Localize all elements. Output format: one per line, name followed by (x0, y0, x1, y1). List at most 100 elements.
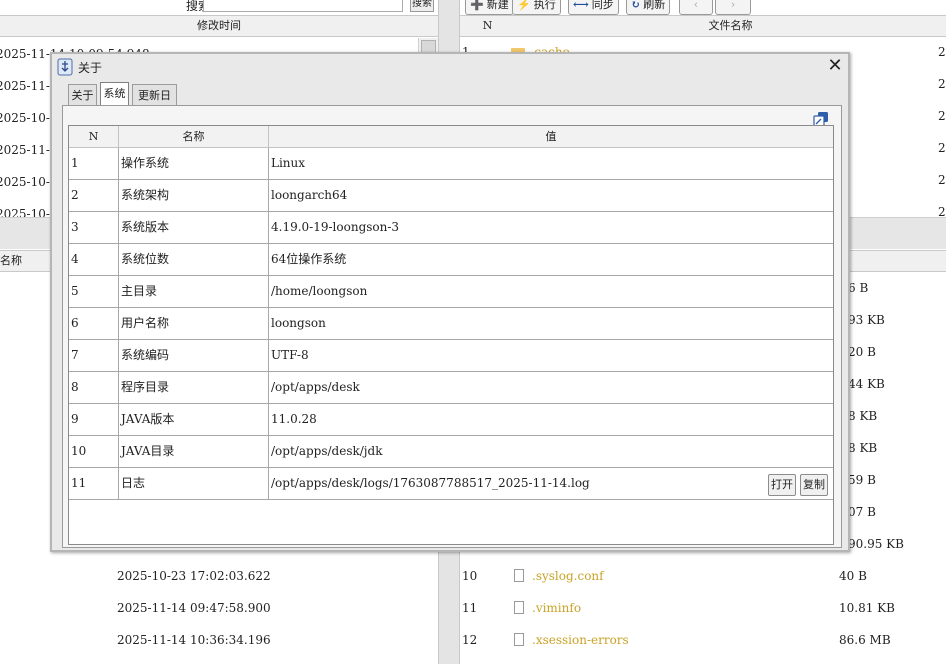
list-item[interactable]: 2025-11-14 09:47:58.900 (117, 592, 417, 624)
file-row[interactable]: 12 .xsession-errors 86.6 MB (460, 624, 946, 656)
sync-button[interactable]: ⟷ 同步 (568, 0, 619, 15)
property-name: 系统版本 (119, 212, 269, 244)
property-name: 日志 (119, 468, 269, 500)
system-info-table: N 名称 值 1 操作系统 Linux 2 系统架构 loongarch64 3 系统版本 4.… (68, 125, 834, 545)
row-number: 9 (69, 404, 119, 436)
n-column-header[interactable]: N (69, 126, 119, 148)
forward-button[interactable]: › (715, 0, 751, 15)
file-size: 2 (938, 77, 946, 91)
search-button[interactable]: 搜索 (410, 0, 434, 12)
property-name: 操作系统 (119, 148, 269, 180)
modified-time-column-header[interactable]: 修改时间 (0, 15, 438, 37)
row-number: 8 (69, 372, 119, 404)
property-name: 主目录 (119, 276, 269, 308)
row-number: 11 (69, 468, 119, 500)
value-column-header[interactable]: 值 (269, 126, 833, 148)
property-name: 用户名称 (119, 308, 269, 340)
property-name: 程序目录 (119, 372, 269, 404)
table-row[interactable]: 11 日志/opt/apps/desk/logs/1763087788517_20… (69, 468, 833, 500)
tab-about[interactable]: 关于 (68, 84, 97, 106)
file-name: .syslog.conf (532, 569, 604, 583)
table-row[interactable]: 5 主目录/home/loongson (69, 276, 833, 308)
table-row[interactable]: 8 程序目录/opt/apps/desk (69, 372, 833, 404)
file-row[interactable]: 11 .viminfo 10.81 KB (460, 592, 946, 624)
search-bar: 搜索 搜索 (0, 0, 438, 15)
name-column-header[interactable]: 名称 (119, 126, 269, 148)
file-row[interactable]: 10 .syslog.conf 40 B (460, 560, 946, 592)
chevron-left-icon: ‹ (693, 0, 699, 11)
file-icon (514, 601, 524, 614)
chevron-right-icon: › (730, 0, 736, 11)
tab-changelog[interactable]: 更新日志 (132, 84, 177, 124)
refresh-button[interactable]: ↻ 刷新 (626, 0, 671, 15)
property-name: 系统位数 (119, 244, 269, 276)
file-size: 8 KB (848, 441, 878, 455)
file-size: 44 KB (848, 377, 885, 391)
n-column-header[interactable]: N (460, 15, 515, 37)
run-button[interactable]: ⚡ 执行 (512, 0, 561, 15)
property-value: /opt/apps/desk/logs/1763087788517_2025-1… (271, 476, 590, 490)
copy-log-button[interactable]: 复制 (800, 474, 828, 496)
property-name: 系统编码 (119, 340, 269, 372)
table-row[interactable]: 3 系统版本 4.19.0-19-loongson-3 (69, 212, 833, 244)
file-name: .xsession-errors (532, 633, 629, 647)
table-row[interactable]: 4 系统位数 64位操作系统 (69, 244, 833, 276)
file-size: 8 KB (848, 409, 878, 423)
row-number: 10 (462, 569, 478, 583)
row-number: 3 (69, 212, 119, 244)
row-number: 7 (69, 340, 119, 372)
sync-icon: ⟷ (573, 0, 589, 11)
file-size: 2 (938, 109, 946, 123)
dialog-titlebar[interactable]: 关于 ✕ (52, 54, 848, 80)
property-value: 11.0.28 (271, 412, 317, 426)
property-value: UTF-8 (271, 348, 309, 362)
list-item[interactable]: 2025-11-14 10:36:34.196 (117, 624, 417, 656)
row-number: 12 (462, 633, 478, 647)
new-button[interactable]: ➕ 新建 (465, 0, 514, 15)
back-button[interactable]: ‹ (679, 0, 713, 15)
refresh-label: 刷新 (643, 0, 666, 11)
refresh-icon: ↻ (631, 0, 641, 11)
file-size: 07 B (848, 505, 876, 519)
property-value: 64位操作系统 (271, 252, 347, 266)
file-size: 2 (938, 45, 946, 59)
table-row[interactable]: 10 JAVA目录/opt/apps/desk/jdk (69, 436, 833, 468)
app-logo-icon (57, 58, 73, 76)
lightning-icon: ⚡ (517, 0, 531, 11)
sync-label: 同步 (591, 0, 614, 11)
open-log-button[interactable]: 打开 (768, 474, 796, 496)
file-size: 2 (938, 173, 946, 187)
table-row[interactable]: 2 系统架构 loongarch64 (69, 180, 833, 212)
filename-column-header[interactable]: 文件名称 (515, 15, 946, 37)
table-row[interactable]: 6 用户名称 loongson (69, 308, 833, 340)
file-size: 20 B (848, 345, 876, 359)
row-number: 6 (69, 308, 119, 340)
close-icon[interactable]: ✕ (826, 56, 844, 76)
left-bottom-list: 2025-10-23 17:02:03.622 2025-11-14 09:47:… (117, 560, 417, 656)
property-value: 4.19.0-19-loongson-3 (271, 220, 400, 234)
property-value: Linux (271, 156, 306, 170)
property-value: loongson (271, 316, 326, 330)
property-name: JAVA版本 (119, 404, 269, 436)
tab-system[interactable]: 系统 (100, 82, 129, 106)
table-row[interactable]: 9 JAVA版本 11.0.28 (69, 404, 833, 436)
property-value: /opt/apps/desk/jdk (271, 444, 383, 458)
file-size: 90.95 KB (848, 537, 904, 551)
property-value: /opt/apps/desk (271, 380, 360, 394)
table-row[interactable]: 1 操作系统 Linux (69, 148, 833, 180)
file-size: 10.81 KB (839, 601, 895, 615)
file-size: 2 (938, 141, 946, 155)
property-value: loongarch64 (271, 188, 348, 202)
run-label: 执行 (533, 0, 556, 11)
search-input[interactable] (203, 0, 403, 12)
size-column: 6 B 93 KB 20 B 44 KB 8 KB 8 KB 59 B 07 B 90.95 K… (848, 272, 946, 560)
dialog-title: 关于 (78, 61, 103, 75)
plus-icon: ➕ (470, 0, 484, 11)
row-number: 1 (69, 148, 119, 180)
row-number: 10 (69, 436, 119, 468)
file-size: 6 B (848, 281, 869, 295)
table-row[interactable]: 7 系统编码 UTF-8 (69, 340, 833, 372)
system-tab-panel: N 名称 值 1 操作系统 Linux 2 系统架构 loongarch64 3 系统版本 4.… (62, 105, 842, 548)
list-item[interactable]: 2025-10-23 17:02:03.622 (117, 560, 417, 592)
file-size: 40 B (839, 569, 867, 583)
